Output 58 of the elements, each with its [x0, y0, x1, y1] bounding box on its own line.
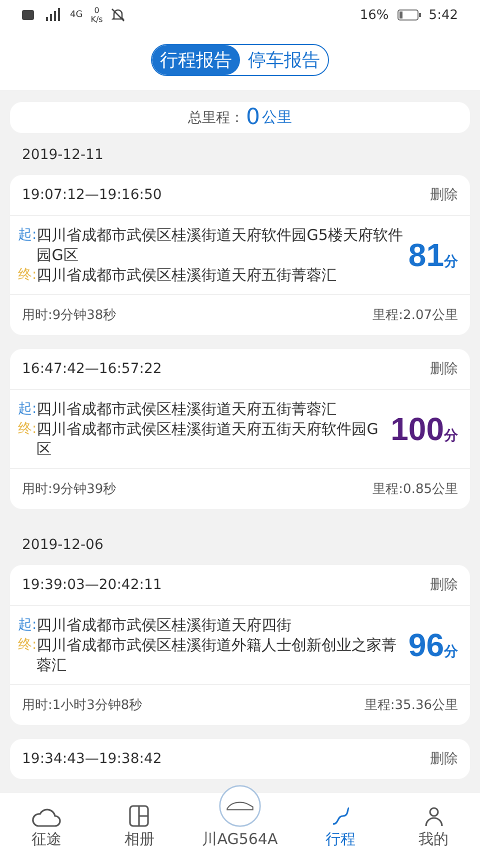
start-label: 起:: [18, 400, 37, 419]
delete-link[interactable]: 删除: [430, 186, 458, 204]
signal-icon: [22, 8, 62, 22]
score-unit: 分: [444, 642, 458, 660]
trip-time: 19:39:03—20:42:11: [22, 577, 162, 593]
trip-score: 96: [408, 626, 444, 664]
start-address: 四川省成都市武侯区桂溪街道天府软件园G5楼天府软件园G区: [36, 225, 404, 265]
end-address: 四川省成都市武侯区桂溪街道天府五街天府软件园G区: [36, 419, 380, 459]
trip-time: 16:47:42—16:57:22: [22, 361, 162, 377]
battery-percent: 16%: [360, 8, 389, 22]
start-label: 起:: [18, 226, 37, 245]
trip-distance: 里程:2.07公里: [372, 307, 458, 324]
network-speed: 0 K/s: [90, 6, 103, 24]
trip-duration: 用时:9分钟38秒: [22, 307, 116, 324]
nav-label: 相册: [124, 830, 154, 849]
delete-link[interactable]: 删除: [430, 360, 458, 378]
nav-item[interactable]: 征途: [16, 806, 76, 849]
trip-distance: 里程:0.85公里: [372, 481, 458, 498]
nav-label: 征途: [31, 830, 62, 849]
bell-muted-icon: [110, 8, 125, 22]
date-heading: 2019-12-11: [21, 146, 104, 165]
trip-score: 81: [408, 236, 444, 274]
total-distance-label: 总里程：: [188, 108, 244, 126]
end-label: 终:: [18, 420, 37, 439]
nav-item[interactable]: 相册: [109, 804, 170, 849]
nav-item[interactable]: 行程: [310, 804, 371, 849]
start-address: 四川省成都市武侯区桂溪街道天府五街菁蓉汇: [36, 399, 337, 419]
nav-label: 川AG564A: [202, 830, 278, 849]
report-tab[interactable]: 停车报告: [240, 45, 328, 75]
total-distance-unit: 公里: [262, 108, 292, 127]
nav-label: 我的: [418, 830, 449, 849]
trip-duration: 用时:1小时3分钟8秒: [22, 697, 142, 714]
end-label: 终:: [18, 636, 37, 655]
score-unit: 分: [444, 426, 458, 444]
nav-item[interactable]: 我的: [404, 804, 464, 849]
nav-label: 行程: [326, 830, 356, 849]
report-tab[interactable]: 行程报告: [152, 45, 240, 75]
trip-time: 19:34:43—19:38:42: [22, 751, 162, 767]
trip-score: 100: [390, 410, 444, 448]
start-label: 起:: [18, 616, 37, 635]
battery-icon: [396, 9, 421, 21]
album-icon: [127, 804, 152, 828]
end-label: 终:: [18, 266, 37, 285]
nav-item[interactable]: 川AG564A: [202, 784, 278, 849]
end-address: 四川省成都市武侯区桂溪街道天府五街菁蓉汇: [36, 265, 337, 285]
delete-link[interactable]: 删除: [430, 750, 458, 768]
delete-link[interactable]: 删除: [430, 576, 458, 594]
end-address: 四川省成都市武侯区桂溪街道外籍人士创新创业之家菁蓉汇: [36, 635, 398, 675]
trip-time: 19:07:12—19:16:50: [22, 187, 162, 203]
date-heading: 2019-12-06: [21, 536, 104, 555]
score-unit: 分: [444, 252, 458, 270]
cloud-icon: [31, 806, 62, 828]
trip-distance: 里程:35.36公里: [364, 697, 458, 714]
total-distance-value: 0: [246, 105, 260, 130]
network-type: 4G: [70, 10, 83, 20]
start-address: 四川省成都市武侯区桂溪街道天府四街: [36, 615, 292, 635]
clock: 5:42: [428, 8, 458, 22]
trip-duration: 用时:9分钟39秒: [22, 481, 116, 498]
